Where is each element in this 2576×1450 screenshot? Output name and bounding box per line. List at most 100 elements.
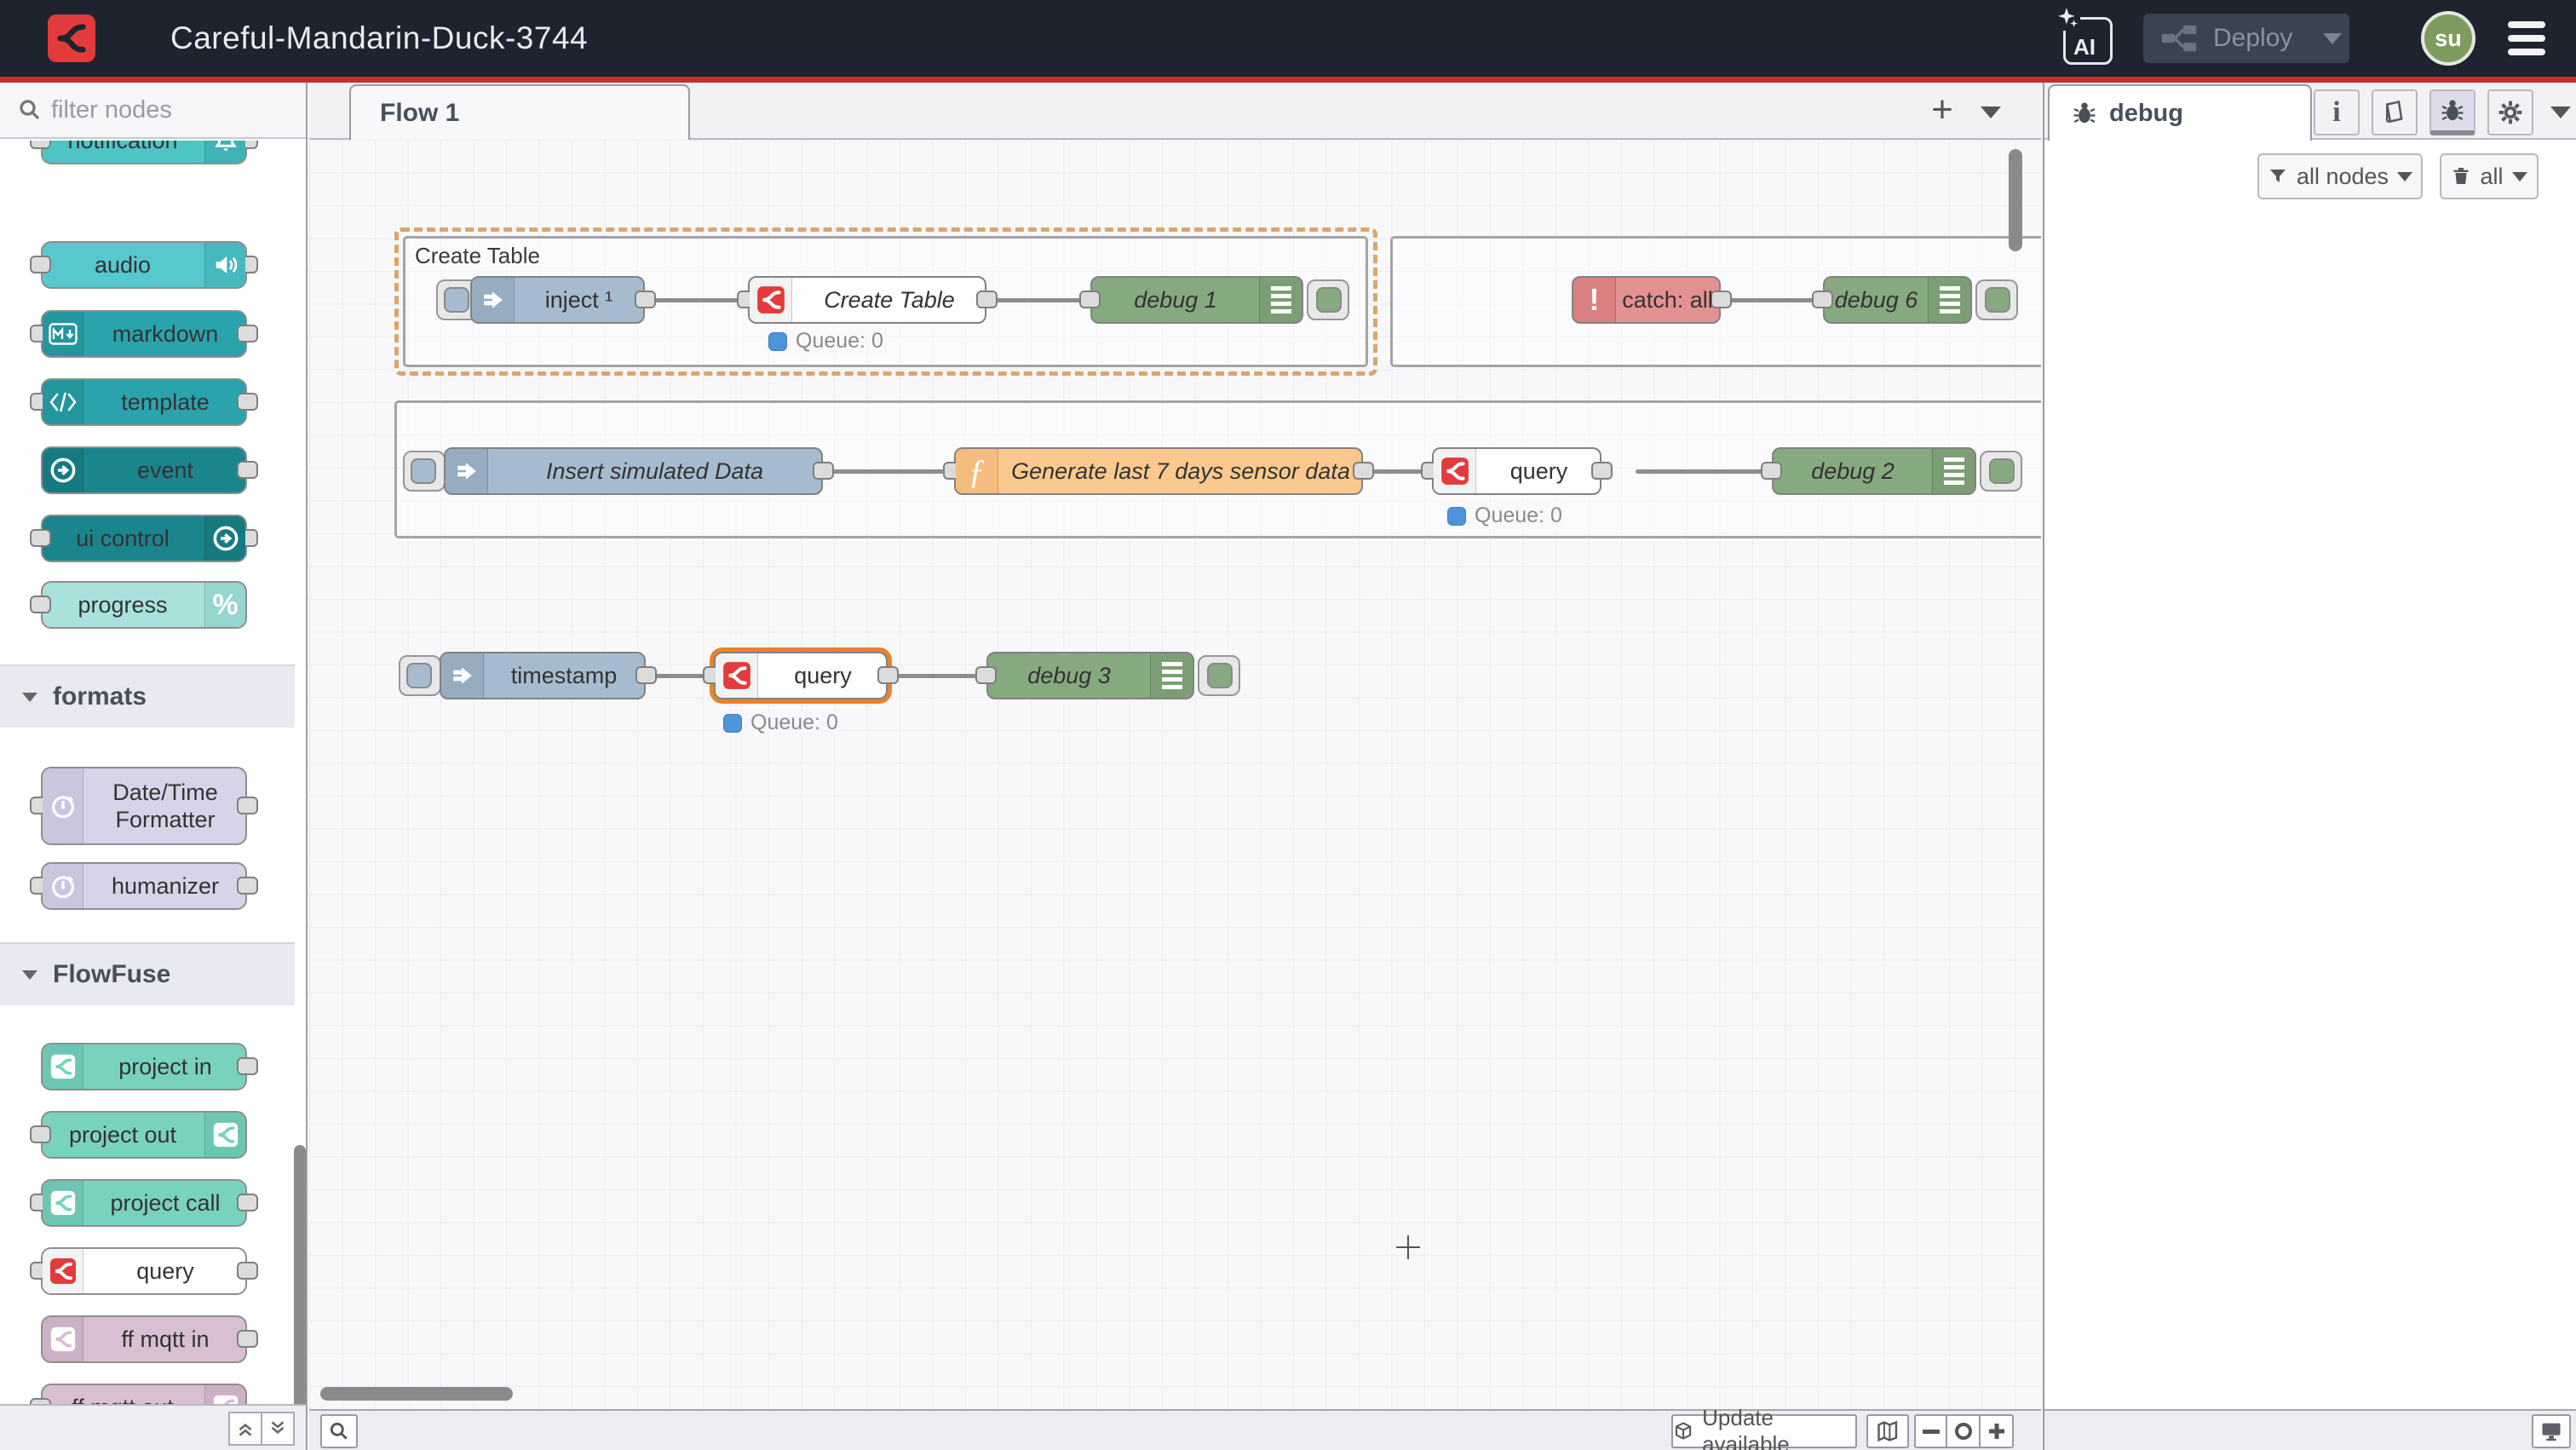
palette-node-event[interactable]: event — [41, 446, 247, 494]
deploy-label: Deploy — [2213, 24, 2292, 53]
query-icon — [43, 1249, 83, 1293]
canvas-horizontal-scrollbar[interactable] — [320, 1387, 513, 1401]
palette-node-datetime-formatter[interactable]: Date/Time Formatter — [41, 767, 247, 845]
wire[interactable] — [1721, 298, 1823, 302]
palette-node-template[interactable]: template — [41, 378, 247, 426]
status-text: Queue: 0 — [1475, 503, 1562, 528]
node-debug-1[interactable]: debug 1 — [1090, 276, 1303, 324]
debug-toggle-button[interactable] — [1198, 655, 1240, 696]
zoom-out-button[interactable] — [1914, 1414, 1947, 1448]
inject-button[interactable] — [403, 451, 446, 492]
debug-filter-button[interactable]: all nodes — [2257, 153, 2423, 199]
inject-arrow-icon — [441, 653, 484, 698]
palette-node-markdown[interactable]: markdown — [41, 310, 247, 358]
sidebar-tabbar: debug i — [2044, 83, 2576, 140]
zoom-controls — [1914, 1414, 2014, 1448]
flow-list-caret-icon[interactable] — [1981, 106, 2001, 118]
info-tab-button[interactable]: i — [2314, 89, 2360, 135]
debug-toolbar: all nodes all — [2044, 141, 2576, 203]
canvas-search-button[interactable] — [320, 1414, 358, 1448]
flowfuse-logo-icon[interactable] — [48, 14, 95, 62]
collapse-all-button[interactable] — [228, 1412, 262, 1446]
palette-scroll-area[interactable]: notification audio markdown — [0, 141, 306, 1404]
palette-node-label: notification — [43, 141, 203, 163]
user-avatar[interactable]: su — [2421, 11, 2475, 66]
node-debug-6[interactable]: debug 6 — [1823, 276, 1972, 324]
tab-label: Flow 1 — [380, 99, 459, 128]
palette-node-label: query — [85, 1249, 245, 1293]
group-label: Create Table — [415, 243, 540, 269]
palette-node-progress[interactable]: % progress — [41, 581, 247, 629]
palette-node-ff-mqtt-in[interactable]: ff mqtt in — [41, 1315, 247, 1363]
debug-toggle-button[interactable] — [1307, 279, 1349, 320]
node-label: debug 1 — [1092, 278, 1259, 322]
expand-all-button[interactable] — [261, 1412, 295, 1446]
palette-node-project-in[interactable]: project in — [41, 1043, 247, 1090]
inject-button[interactable] — [399, 655, 441, 696]
wire[interactable] — [645, 298, 750, 302]
deploy-button[interactable]: Deploy — [2143, 14, 2349, 63]
palette-category-formats[interactable]: formats — [0, 665, 295, 728]
help-tab-button[interactable] — [2372, 89, 2418, 135]
palette-node-humanizer[interactable]: humanizer — [41, 862, 247, 910]
palette-node-audio[interactable]: audio — [41, 241, 247, 289]
query-icon — [750, 278, 792, 322]
navigator-button[interactable] — [1866, 1414, 1909, 1448]
flow-canvas[interactable]: Create Table inject ¹ — [309, 140, 2041, 1409]
node-query-selected[interactable]: query — [714, 652, 888, 699]
node-label: Create Table — [794, 278, 985, 322]
node-debug-2[interactable]: debug 2 — [1772, 447, 1976, 495]
add-flow-icon[interactable]: + — [1923, 93, 1961, 130]
node-insert-simulated-data[interactable]: Insert simulated Data — [444, 447, 823, 495]
wire[interactable] — [986, 298, 1090, 302]
config-tab-button[interactable] — [2487, 89, 2533, 135]
debug-tab-button[interactable] — [2429, 89, 2475, 135]
palette-node-ui-control[interactable]: ui control — [41, 515, 247, 562]
wire[interactable] — [1636, 469, 1772, 474]
bug-icon — [2440, 98, 2465, 124]
zoom-reset-button[interactable] — [1947, 1414, 1981, 1448]
debug-clear-button[interactable]: all — [2440, 153, 2539, 199]
canvas-footer: Update available — [309, 1409, 2041, 1450]
palette-node-label: progress — [43, 583, 203, 627]
sidebar-menu-caret-icon[interactable] — [2550, 106, 2571, 118]
node-label: Generate last 7 days sensor data — [1000, 449, 1361, 493]
main-menu-icon[interactable] — [2508, 21, 2545, 55]
deploy-caret-icon[interactable] — [2323, 33, 2342, 44]
debug-toggle-button[interactable] — [1980, 451, 2022, 492]
palette-node-project-call[interactable]: project call — [41, 1179, 247, 1227]
node-label: inject ¹ — [515, 278, 643, 322]
instance-title: Careful-Mandarin-Duck-3744 — [170, 0, 588, 77]
arrow-circle-icon — [204, 516, 245, 561]
flowfuse-node-icon — [43, 1044, 83, 1089]
debug-list-icon — [1928, 278, 1970, 322]
palette-scrollbar[interactable] — [294, 1145, 306, 1424]
update-available-button[interactable]: Update available — [1671, 1414, 1857, 1448]
node-debug-3[interactable]: debug 3 — [986, 652, 1194, 699]
node-inject-1[interactable]: inject ¹ — [470, 276, 645, 324]
palette-node-ff-mqtt-out[interactable]: ff mqtt out — [41, 1384, 247, 1404]
node-generate-sensor-data[interactable]: ƒ Generate last 7 days sensor data — [954, 447, 1363, 495]
palette-node-notification[interactable]: notification — [41, 141, 247, 164]
palette-node-project-out[interactable]: project out — [41, 1111, 247, 1159]
filter-nodes-input[interactable] — [51, 96, 264, 124]
zoom-in-button[interactable] — [1981, 1414, 2014, 1448]
ai-assistant-button[interactable]: AI — [2061, 12, 2114, 66]
speaker-icon — [204, 243, 245, 287]
tab-debug[interactable]: debug — [2048, 84, 2312, 141]
tab-flow-1[interactable]: Flow 1 — [349, 84, 690, 141]
wire[interactable] — [823, 469, 954, 474]
open-debug-window-button[interactable] — [2532, 1414, 2571, 1448]
canvas-vertical-scrollbar[interactable] — [2009, 149, 2022, 251]
node-query-2[interactable]: query — [1432, 447, 1601, 495]
palette-category-flowfuse[interactable]: FlowFuse — [0, 942, 295, 1005]
search-icon — [17, 97, 43, 123]
wire[interactable] — [888, 674, 986, 678]
map-icon — [1876, 1419, 1900, 1443]
node-catch-all[interactable]: ! catch: all — [1572, 276, 1721, 324]
node-timestamp[interactable]: timestamp — [440, 652, 646, 699]
node-create-table[interactable]: Create Table — [748, 276, 986, 324]
arrow-circle-icon — [43, 448, 83, 492]
palette-node-query[interactable]: query — [41, 1247, 247, 1295]
debug-toggle-button[interactable] — [1975, 279, 2018, 320]
